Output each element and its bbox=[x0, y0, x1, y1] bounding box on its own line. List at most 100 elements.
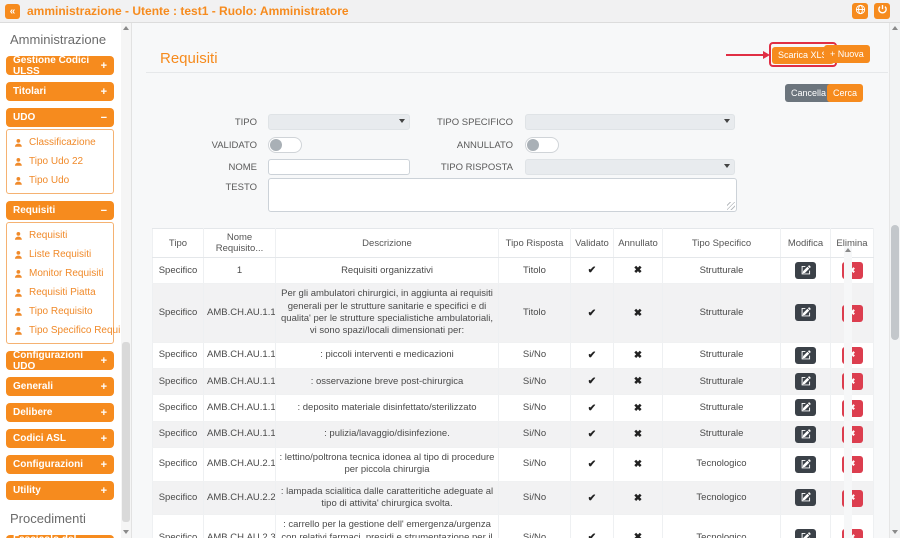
sidebar-group-label: Fascicolo del titolare bbox=[13, 534, 101, 538]
table-row: Specifico 1 Requisiti organizzativi Tito… bbox=[153, 258, 874, 284]
nuova-button[interactable]: + Nuova bbox=[824, 45, 870, 63]
edit-requisito-button[interactable] bbox=[795, 489, 816, 506]
sidebar-group-configurazioni[interactable]: Configurazioni + bbox=[6, 455, 114, 474]
cell-nome: AMB.CH.AU.1.1.2 bbox=[204, 369, 276, 395]
person-icon bbox=[14, 307, 24, 317]
globe-icon bbox=[855, 2, 866, 20]
testo-label: TESTO bbox=[132, 182, 257, 193]
col-header-validato[interactable]: Validato bbox=[571, 229, 614, 258]
sidebar-item-liste-requisiti[interactable]: Liste Requisiti bbox=[7, 245, 113, 264]
scroll-up-icon[interactable] bbox=[123, 26, 129, 30]
col-header-tipo[interactable]: Tipo bbox=[153, 229, 204, 258]
cell-nome: 1 bbox=[204, 258, 276, 284]
sidebar-item-requisiti-piatta[interactable]: Requisiti Piatta bbox=[7, 283, 113, 302]
edit-requisito-button[interactable] bbox=[795, 347, 816, 364]
cell-tipo: Specifico bbox=[153, 284, 204, 342]
col-header-tipo-specifico[interactable]: Tipo Specifico bbox=[663, 229, 781, 258]
sidebar-item-label: Tipo Specifico Requisito bbox=[29, 325, 120, 336]
sidebar-item-classificazione[interactable]: Classificazione bbox=[7, 133, 113, 152]
cerca-button[interactable]: Cerca bbox=[827, 84, 863, 102]
col-header-modifica: Modifica bbox=[781, 229, 831, 258]
sidebar-scrollbar-thumb[interactable] bbox=[122, 342, 130, 522]
page-scrollbar[interactable] bbox=[889, 22, 900, 538]
language-globe-button[interactable] bbox=[852, 3, 868, 19]
sidebar-item-label: Tipo Udo 22 bbox=[29, 156, 83, 167]
logout-power-button[interactable] bbox=[874, 3, 890, 19]
table-row: Specifico AMB.CH.AU.1.1.3 : deposito mat… bbox=[153, 395, 874, 421]
sidebar-group-udo[interactable]: UDO − bbox=[6, 108, 114, 127]
cross-icon: ✖ bbox=[614, 448, 663, 482]
cell-nome: AMB.CH.AU.2.1 bbox=[204, 448, 276, 482]
sidebar-item-requisiti[interactable]: Requisiti bbox=[7, 226, 113, 245]
cross-icon: ✖ bbox=[614, 369, 663, 395]
tipo-specifico-select[interactable] bbox=[525, 114, 735, 130]
sidebar-collapse-button[interactable]: « bbox=[5, 4, 20, 19]
plus-icon: + bbox=[101, 60, 107, 72]
sidebar-group-gestione-codici-ulss[interactable]: Gestione Codici ULSS + bbox=[6, 56, 114, 75]
cell-nome: AMB.CH.AU.1.1.1 bbox=[204, 342, 276, 368]
plus-icon: + bbox=[101, 433, 107, 445]
validato-toggle[interactable] bbox=[268, 137, 302, 153]
testo-textarea[interactable] bbox=[268, 178, 737, 212]
edit-requisito-button[interactable] bbox=[795, 456, 816, 473]
cell-tipo-specifico: Tecnologico bbox=[663, 515, 781, 538]
col-header-nome-requisito[interactable]: Nome Requisito... bbox=[204, 229, 276, 258]
sidebar-group-requisiti[interactable]: Requisiti − bbox=[6, 201, 114, 220]
sidebar-group-codici-asl[interactable]: Codici ASL + bbox=[6, 429, 114, 448]
sidebar-group-label: Requisiti bbox=[13, 205, 55, 216]
scroll-up-icon[interactable] bbox=[892, 26, 898, 30]
scroll-up-icon[interactable] bbox=[845, 248, 851, 252]
sidebar-group-delibere[interactable]: Delibere + bbox=[6, 403, 114, 422]
edit-requisito-button[interactable] bbox=[795, 304, 816, 321]
cell-tipo: Specifico bbox=[153, 342, 204, 368]
table-scrollbar[interactable] bbox=[844, 246, 852, 538]
col-header-tipo-risposta[interactable]: Tipo Risposta bbox=[499, 229, 571, 258]
plus-icon: + bbox=[101, 459, 107, 471]
sidebar-group-generali[interactable]: Generali + bbox=[6, 377, 114, 396]
sidebar-group-titolari[interactable]: Titolari + bbox=[6, 82, 114, 101]
scroll-down-icon[interactable] bbox=[123, 530, 129, 534]
sidebar-item-monitor-requisiti[interactable]: Monitor Requisiti bbox=[7, 264, 113, 283]
tipo-risposta-label: TIPO RISPOSTA bbox=[388, 162, 513, 173]
page-scrollbar-thumb[interactable] bbox=[891, 225, 899, 340]
edit-pencil-icon bbox=[801, 400, 811, 415]
sidebar-group-label: Delibere bbox=[13, 407, 52, 418]
divider bbox=[146, 72, 888, 73]
edit-pencil-icon bbox=[801, 374, 811, 389]
sidebar-item-label: Requisiti Piatta bbox=[29, 287, 96, 298]
resize-grip-icon[interactable] bbox=[727, 202, 735, 210]
sidebar-group-configurazioni-udo[interactable]: Configurazioni UDO + bbox=[6, 351, 114, 370]
cell-descrizione: : carrello per la gestione dell' emergen… bbox=[276, 515, 499, 538]
sidebar-item-tipo-specifico-requisito[interactable]: Tipo Specifico Requisito bbox=[7, 321, 113, 340]
check-icon: ✔ bbox=[571, 369, 614, 395]
edit-pencil-icon bbox=[801, 490, 811, 505]
plus-icon: + bbox=[101, 355, 107, 367]
edit-requisito-button[interactable] bbox=[795, 426, 816, 443]
col-header-annullato[interactable]: Annullato bbox=[614, 229, 663, 258]
sidebar-scrollbar[interactable] bbox=[121, 22, 131, 538]
plus-icon: + bbox=[101, 485, 107, 497]
edit-requisito-button[interactable] bbox=[795, 262, 816, 279]
cross-icon: ✖ bbox=[614, 258, 663, 284]
cell-descrizione: : piccoli interventi e medicazioni bbox=[276, 342, 499, 368]
cell-tipo: Specifico bbox=[153, 258, 204, 284]
page-title: Requisiti bbox=[160, 50, 218, 67]
edit-requisito-button[interactable] bbox=[795, 373, 816, 390]
sidebar-item-tipo-udo[interactable]: Tipo Udo bbox=[7, 171, 113, 190]
annullato-toggle[interactable] bbox=[525, 137, 559, 153]
chevron-down-icon bbox=[724, 164, 730, 168]
scroll-down-icon[interactable] bbox=[892, 530, 898, 534]
sidebar-group-utility[interactable]: Utility + bbox=[6, 481, 114, 500]
cell-tipo-risposta: Si/No bbox=[499, 481, 571, 515]
check-icon: ✔ bbox=[571, 448, 614, 482]
tipo-risposta-select[interactable] bbox=[525, 159, 735, 175]
edit-requisito-button[interactable] bbox=[795, 399, 816, 416]
person-icon bbox=[14, 250, 24, 260]
col-header-descrizione[interactable]: Descrizione bbox=[276, 229, 499, 258]
sidebar-item-tipo-requisito[interactable]: Tipo Requisito bbox=[7, 302, 113, 321]
sidebar-item-tipo-udo-22[interactable]: Tipo Udo 22 bbox=[7, 152, 113, 171]
sidebar-item-label: Tipo Requisito bbox=[29, 306, 93, 317]
cancella-button[interactable]: Cancella bbox=[785, 84, 832, 102]
sidebar-item-label: Classificazione bbox=[29, 137, 96, 148]
edit-requisito-button[interactable] bbox=[795, 529, 816, 538]
